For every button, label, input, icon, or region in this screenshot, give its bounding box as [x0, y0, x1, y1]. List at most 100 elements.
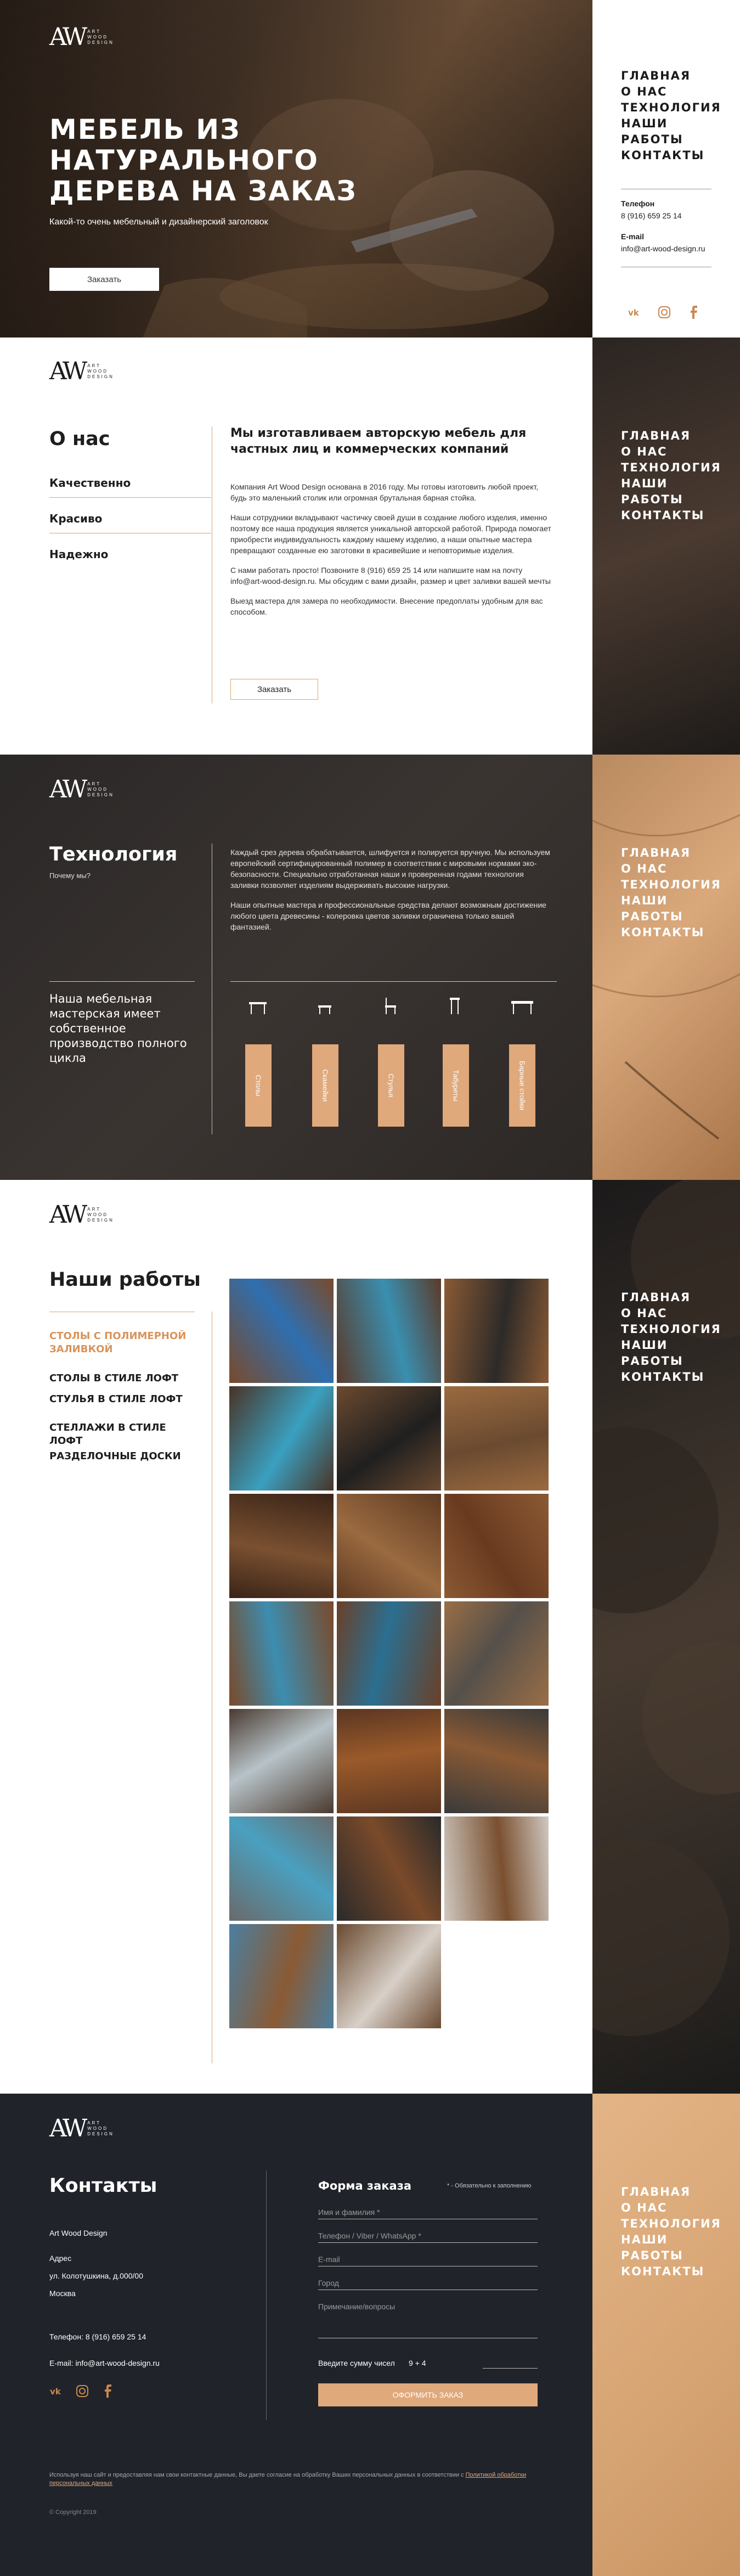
gallery-photo[interactable]	[444, 1816, 549, 1921]
logo[interactable]: AW ART WOOD DESIGN	[49, 359, 114, 384]
category-loft-chairs[interactable]: СТУЛЬЯ В СТИЛЕ ЛОФТ	[49, 1393, 192, 1406]
gallery-photo[interactable]	[337, 1816, 441, 1921]
hero-order-button[interactable]: Заказать	[49, 268, 159, 291]
main-nav: ГЛАВНАЯ О НАС ТЕХНОЛОГИЯ НАШИ РАБОТЫ КОН…	[621, 68, 720, 164]
vk-icon[interactable]: vk	[49, 2383, 65, 2399]
card-tables[interactable]: Столы	[245, 1044, 272, 1127]
contact-email[interactable]: E-mail: info@art-wood-design.ru	[49, 2359, 160, 2367]
gallery-photo[interactable]	[444, 1279, 549, 1383]
nav-home[interactable]: ГЛАВНАЯ	[621, 845, 720, 861]
sidebar: ГЛАВНАЯ О НАС ТЕХНОЛОГИЯ НАШИ РАБОТЫ КОН…	[592, 1180, 740, 2094]
contacts-section: AW ART WOOD DESIGN Контакты Art Wood Desig…	[0, 2094, 740, 2576]
nav-about[interactable]: О НАС	[621, 444, 720, 460]
nav-contacts[interactable]: КОНТАКТЫ	[621, 148, 720, 164]
hero-title: МЕБЕЛЬ ИЗ НАТУРАЛЬНОГО ДЕРЕВА НА ЗАКАЗ	[49, 114, 357, 207]
card-stools[interactable]: Табуреты	[443, 1044, 469, 1127]
nav-works[interactable]: НАШИ РАБОТЫ	[621, 1337, 720, 1369]
instagram-icon[interactable]	[657, 305, 672, 320]
gallery-photo[interactable]	[444, 1601, 549, 1706]
gallery-photo[interactable]	[337, 1709, 441, 1813]
facebook-icon[interactable]	[686, 305, 701, 320]
logo-mark: AW	[49, 775, 87, 803]
nav-works[interactable]: НАШИ РАБОТЫ	[621, 2232, 720, 2264]
sidebar: ГЛАВНАЯ О НАС ТЕХНОЛОГИЯ НАШИ РАБОТЫ КОН…	[592, 755, 740, 1180]
nav-home[interactable]: ГЛАВНАЯ	[621, 428, 720, 444]
category-epoxy-tables[interactable]: СТОЛЫ С ПОЛИМЕРНОЙ ЗАЛИВКОЙ	[49, 1330, 192, 1356]
nav-works[interactable]: НАШИ РАБОТЫ	[621, 476, 720, 508]
email-field[interactable]: E-mail	[318, 2255, 538, 2266]
nav-contacts[interactable]: КОНТАКТЫ	[621, 1369, 720, 1385]
gallery-photo[interactable]	[337, 1279, 441, 1383]
nav-home[interactable]: ГЛАВНАЯ	[621, 2184, 720, 2200]
sidebar-contacts: Телефон 8 (916) 659 25 14 E-mail info@ar…	[621, 198, 709, 255]
gallery-photo[interactable]	[337, 1494, 441, 1598]
gallery-photo[interactable]	[337, 1601, 441, 1706]
wood-slab-texture	[592, 814, 740, 1140]
nav-technology[interactable]: ТЕХНОЛОГИЯ	[621, 2216, 720, 2232]
nav-about[interactable]: О НАС	[621, 861, 720, 877]
address-label: Адрес	[49, 2254, 72, 2263]
captcha-input[interactable]	[483, 2368, 538, 2369]
logo[interactable]: AW ART WOOD DESIGN	[49, 2117, 114, 2141]
nav-works[interactable]: НАШИ РАБОТЫ	[621, 893, 720, 925]
nav-technology[interactable]: ТЕХНОЛОГИЯ	[621, 1321, 720, 1337]
card-label: Стулья	[387, 1073, 396, 1098]
bar-counter-icon	[511, 1001, 533, 1014]
gallery-photo[interactable]	[229, 1386, 334, 1491]
hero-subtitle: Какой-то очень мебельный и дизайнерский …	[49, 217, 268, 227]
gallery-photo[interactable]	[229, 1494, 334, 1598]
logo[interactable]: AW ART WOOD DESIGN	[49, 1203, 114, 1227]
nav-contacts[interactable]: КОНТАКТЫ	[621, 925, 720, 941]
nav-works[interactable]: НАШИ РАБОТЫ	[621, 116, 720, 148]
category-cutting-boards[interactable]: РАЗДЕЛОЧНЫЕ ДОСКИ	[49, 1450, 192, 1463]
gallery-photo[interactable]	[337, 1386, 441, 1491]
contact-phone[interactable]: Телефон: 8 (916) 659 25 14	[49, 2332, 146, 2341]
nav-technology[interactable]: ТЕХНОЛОГИЯ	[621, 460, 720, 476]
nav-about[interactable]: О НАС	[621, 84, 720, 100]
main-nav: ГЛАВНАЯ О НАС ТЕХНОЛОГИЯ НАШИ РАБОТЫ КОН…	[621, 1290, 720, 1385]
notes-field[interactable]: Примечание/вопросы	[318, 2302, 538, 2338]
category-loft-shelves[interactable]: СТЕЛЛАЖИ В СТИЛЕ ЛОФТ	[49, 1421, 192, 1448]
gallery-photo[interactable]	[444, 1386, 549, 1491]
category-loft-tables[interactable]: СТОЛЫ В СТИЛЕ ЛОФТ	[49, 1372, 192, 1385]
gallery-photo[interactable]	[444, 1709, 549, 1813]
gallery-photo[interactable]	[229, 1709, 334, 1813]
about-order-button[interactable]: Заказать	[230, 679, 318, 700]
phone-field[interactable]: Телефон / Viber / WhatsApp *	[318, 2231, 538, 2243]
phone-value[interactable]: 8 (916) 659 25 14	[621, 211, 682, 220]
card-chairs[interactable]: Стулья	[378, 1044, 404, 1127]
feature-beauty: Красиво	[49, 512, 211, 533]
gallery-photo[interactable]	[229, 1924, 334, 2028]
nav-contacts[interactable]: КОНТАКТЫ	[621, 508, 720, 524]
nav-technology[interactable]: ТЕХНОЛОГИЯ	[621, 877, 720, 893]
nav-home[interactable]: ГЛАВНАЯ	[621, 1290, 720, 1306]
gallery-photo[interactable]	[229, 1279, 334, 1383]
card-benches[interactable]: Скамейки	[312, 1044, 338, 1127]
about-title: О нас	[49, 428, 110, 450]
logo[interactable]: AW ART WOOD DESIGN	[49, 25, 114, 49]
nav-contacts[interactable]: КОНТАКТЫ	[621, 2264, 720, 2280]
nav-about[interactable]: О НАС	[621, 2200, 720, 2216]
form-required-note: * - Обязательно к заполнению	[447, 2183, 532, 2189]
gallery-photo[interactable]	[444, 1494, 549, 1598]
instagram-icon[interactable]	[75, 2383, 90, 2399]
nav-about[interactable]: О НАС	[621, 1306, 720, 1321]
facebook-icon[interactable]	[100, 2383, 115, 2399]
bench-icon	[318, 1005, 331, 1014]
email-value[interactable]: info@art-wood-design.ru	[621, 243, 709, 255]
about-text: Компания Art Wood Design основана в 2016…	[230, 481, 554, 626]
logo[interactable]: AW ART WOOD DESIGN	[49, 778, 114, 802]
name-field[interactable]: Имя и фамилия *	[318, 2208, 538, 2219]
gallery-photo[interactable]	[337, 1924, 441, 2028]
vk-icon[interactable]: vk	[628, 305, 643, 320]
nav-technology[interactable]: ТЕХНОЛОГИЯ	[621, 100, 720, 116]
technology-paragraph: Каждый срез дерева обрабатывается, шлифу…	[230, 848, 550, 890]
gallery-photo[interactable]	[229, 1601, 334, 1706]
technology-content: AW ART WOOD DESIGN Технология Почему мы? К…	[0, 755, 592, 1180]
submit-order-button[interactable]: ОФОРМИТЬ ЗАКАЗ	[318, 2383, 538, 2406]
divider	[230, 981, 557, 982]
card-bar-counters[interactable]: Барные стойки	[509, 1044, 535, 1127]
city-field[interactable]: Город	[318, 2279, 538, 2290]
nav-home[interactable]: ГЛАВНАЯ	[621, 68, 720, 84]
gallery-photo[interactable]	[229, 1816, 334, 1921]
